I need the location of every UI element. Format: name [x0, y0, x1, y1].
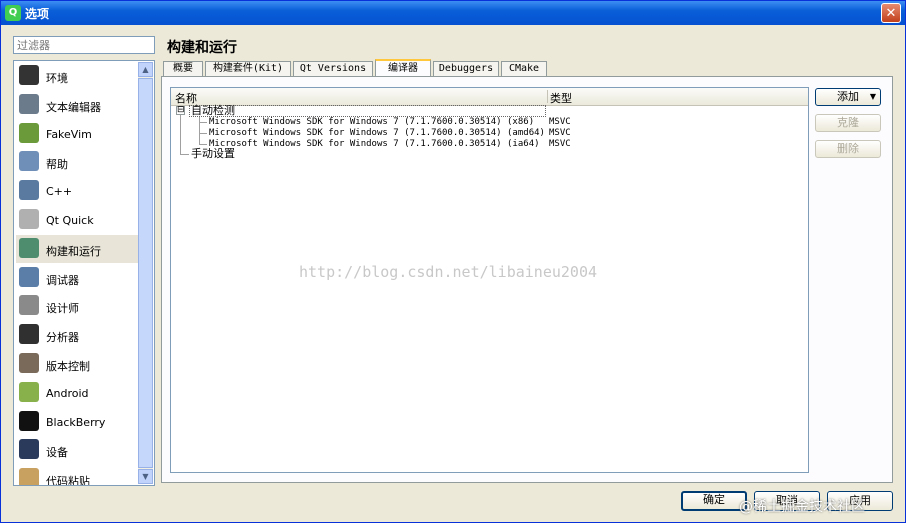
- sidebar-item-label: 文本编辑器: [46, 100, 101, 114]
- tab[interactable]: Qt Versions: [293, 61, 373, 77]
- tree-group-manual[interactable]: 手动设置: [191, 148, 235, 160]
- version-control-icon: [19, 353, 39, 373]
- add-button-label: 添加: [837, 90, 859, 103]
- compiler-type: MSVC: [549, 117, 571, 127]
- column-separator: [547, 90, 548, 103]
- collapse-icon[interactable]: ⊟: [176, 106, 185, 115]
- sidebar-item[interactable]: Qt Quick: [16, 206, 138, 234]
- sidebar-item-label: 设备: [46, 446, 68, 460]
- scroll-up-icon[interactable]: ▲: [138, 62, 153, 77]
- corner-watermark: @稀土掘金技术社区: [739, 499, 865, 515]
- sidebar-item[interactable]: 分析器: [16, 321, 138, 349]
- options-dialog: Q 选项 ✕ 代码粘贴 设备 BlackBerry Android 版本控制 分析器 设计师…: [0, 0, 906, 523]
- qt-icon: Q: [5, 5, 21, 21]
- sidebar-item[interactable]: 帮助: [16, 148, 138, 176]
- paper-plane-icon: [19, 209, 39, 229]
- window-title: 选项: [25, 7, 50, 21]
- sidebar-item[interactable]: 调试器: [16, 264, 138, 292]
- sidebar-item[interactable]: Android: [16, 379, 138, 407]
- compiler-type: MSVC: [549, 128, 571, 138]
- tree-line: [199, 144, 207, 145]
- sidebar-item[interactable]: 设计师: [16, 292, 138, 320]
- designer-icon: [19, 295, 39, 316]
- fakevim-icon: [19, 122, 39, 143]
- sidebar-item-label: 分析器: [46, 331, 79, 345]
- text-editor-icon: [19, 93, 39, 114]
- code-paste-icon: [19, 468, 39, 485]
- sidebar-item[interactable]: 构建和运行: [16, 234, 138, 263]
- clone-button[interactable]: 克隆: [815, 114, 881, 132]
- category-list: 代码粘贴 设备 BlackBerry Android 版本控制 分析器 设计师 调试器 构建和运…: [13, 60, 155, 486]
- add-button[interactable]: 添加 ▼: [815, 88, 881, 106]
- compiler-name[interactable]: Microsoft Windows SDK for Windows 7 (7.1…: [209, 117, 534, 128]
- sidebar-item-label: Qt Quick: [46, 214, 94, 227]
- sidebar-item-label: 环境: [46, 72, 68, 85]
- sidebar-item[interactable]: 设备: [16, 436, 138, 464]
- debugger-icon: [19, 266, 39, 287]
- help-icon: [19, 151, 39, 172]
- analyzer-icon: [19, 324, 39, 345]
- close-icon: ✕: [885, 6, 897, 21]
- sidebar-item[interactable]: 代码粘贴: [16, 465, 138, 486]
- tree-line: [199, 122, 207, 123]
- dropdown-arrow-icon: ▼: [869, 92, 876, 101]
- sidebar-item[interactable]: 文本编辑器: [16, 91, 138, 119]
- filter-input[interactable]: [13, 36, 155, 54]
- tab[interactable]: 构建套件(Kit): [205, 61, 291, 77]
- sidebar-item[interactable]: 环境: [16, 62, 138, 90]
- sidebar-item-label: BlackBerry: [46, 415, 106, 429]
- monitor-icon: [19, 65, 39, 85]
- tree-line: [199, 117, 200, 145]
- sidebar-item-label: 设计师: [46, 302, 79, 316]
- sidebar-item[interactable]: FakeVim: [16, 120, 138, 148]
- ok-button[interactable]: 确定: [681, 491, 747, 511]
- sidebar-item-label: Android: [46, 386, 89, 400]
- sidebar-item-label: 调试器: [46, 273, 79, 287]
- category-scrollbar[interactable]: ▲ ▼: [138, 62, 153, 484]
- tree-header: 名称 类型: [171, 88, 808, 106]
- scroll-thumb[interactable]: [138, 78, 153, 468]
- page-title: 构建和运行: [167, 40, 237, 56]
- sidebar-item-label: 代码粘贴: [46, 475, 90, 486]
- compiler-type: MSVC: [549, 139, 571, 149]
- device-icon: [19, 439, 39, 460]
- scroll-down-icon[interactable]: ▼: [138, 469, 153, 484]
- android-icon: [19, 381, 39, 402]
- sidebar-item-label: C++: [46, 185, 73, 199]
- braces-icon: [19, 180, 39, 201]
- column-header-type[interactable]: 类型: [550, 90, 572, 106]
- sidebar-item-label: 版本控制: [46, 360, 90, 373]
- tree-group-auto[interactable]: 自动检测: [191, 105, 235, 117]
- sidebar-item[interactable]: BlackBerry: [16, 408, 138, 436]
- tab[interactable]: Debuggers: [433, 61, 499, 77]
- remove-button[interactable]: 删除: [815, 140, 881, 158]
- compiler-name[interactable]: Microsoft Windows SDK for Windows 7 (7.1…: [209, 128, 545, 139]
- title-bar[interactable]: Q 选项 ✕: [1, 1, 905, 25]
- watermark-text: http://blog.csdn.net/libaineu2004: [299, 263, 598, 281]
- sidebar-item[interactable]: 版本控制: [16, 350, 138, 378]
- sidebar-item-label: FakeVim: [46, 127, 92, 141]
- sidebar-item-label: 帮助: [46, 158, 68, 172]
- blackberry-icon: [19, 410, 39, 431]
- sidebar-item[interactable]: C++: [16, 177, 138, 205]
- tab[interactable]: CMake: [501, 61, 547, 77]
- tree-line: [180, 115, 181, 155]
- compiler-name[interactable]: Microsoft Windows SDK for Windows 7 (7.1…: [209, 139, 540, 150]
- build-run-icon: [19, 237, 39, 258]
- tree-line: [199, 133, 207, 134]
- focus-rect: [189, 105, 546, 117]
- close-button[interactable]: ✕: [881, 3, 901, 23]
- sidebar-item-label: 构建和运行: [46, 244, 101, 258]
- tab[interactable]: 概要: [163, 61, 203, 77]
- tree-line: [180, 154, 189, 155]
